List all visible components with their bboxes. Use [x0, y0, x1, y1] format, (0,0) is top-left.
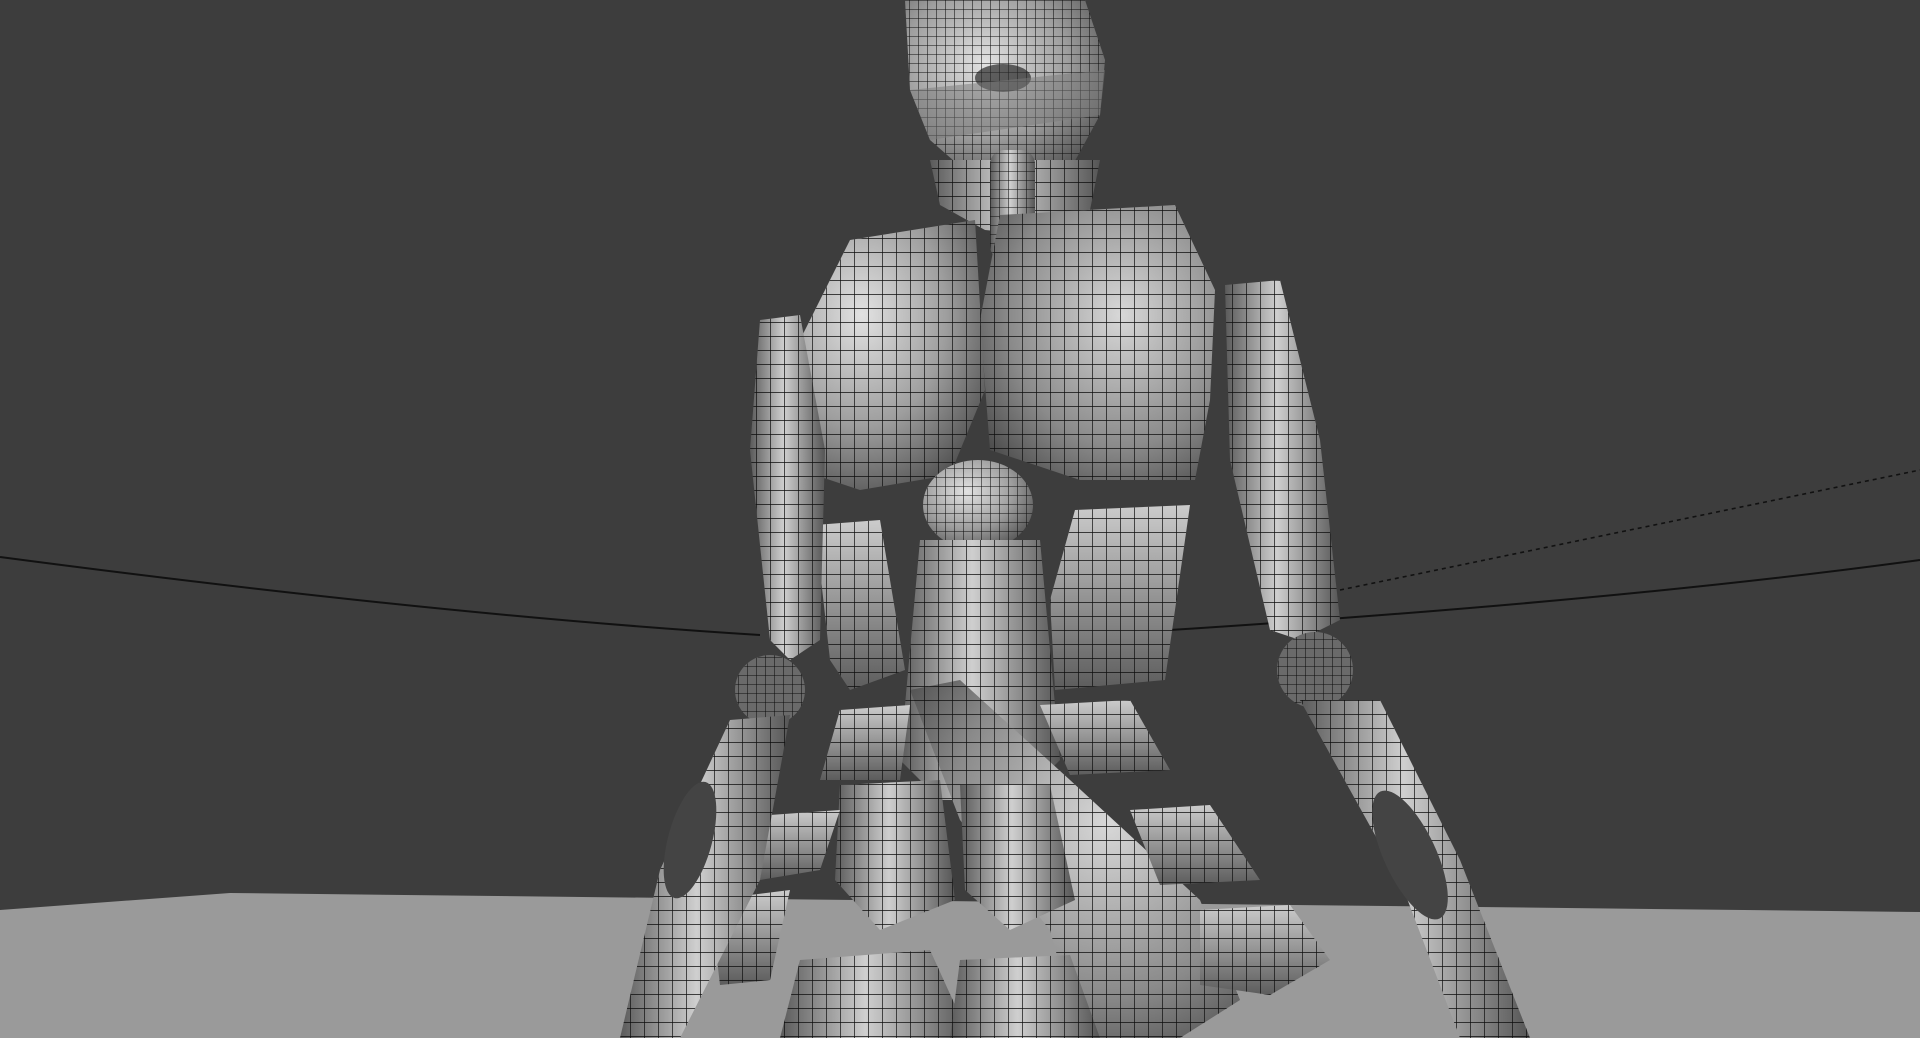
side-plate-right[interactable]: [1050, 505, 1190, 690]
viewport-scene[interactable]: [0, 0, 1920, 1038]
3d-viewport[interactable]: [0, 0, 1920, 1038]
waist-plate-left[interactable]: [820, 705, 910, 780]
chest-core[interactable]: [923, 460, 1033, 550]
shoulder-pad-right[interactable]: [980, 205, 1215, 480]
waist-plate-right[interactable]: [1040, 700, 1170, 775]
character-mesh[interactable]: [620, 0, 1530, 1038]
curve-left[interactable]: [0, 556, 761, 636]
side-plate-left[interactable]: [815, 520, 905, 690]
